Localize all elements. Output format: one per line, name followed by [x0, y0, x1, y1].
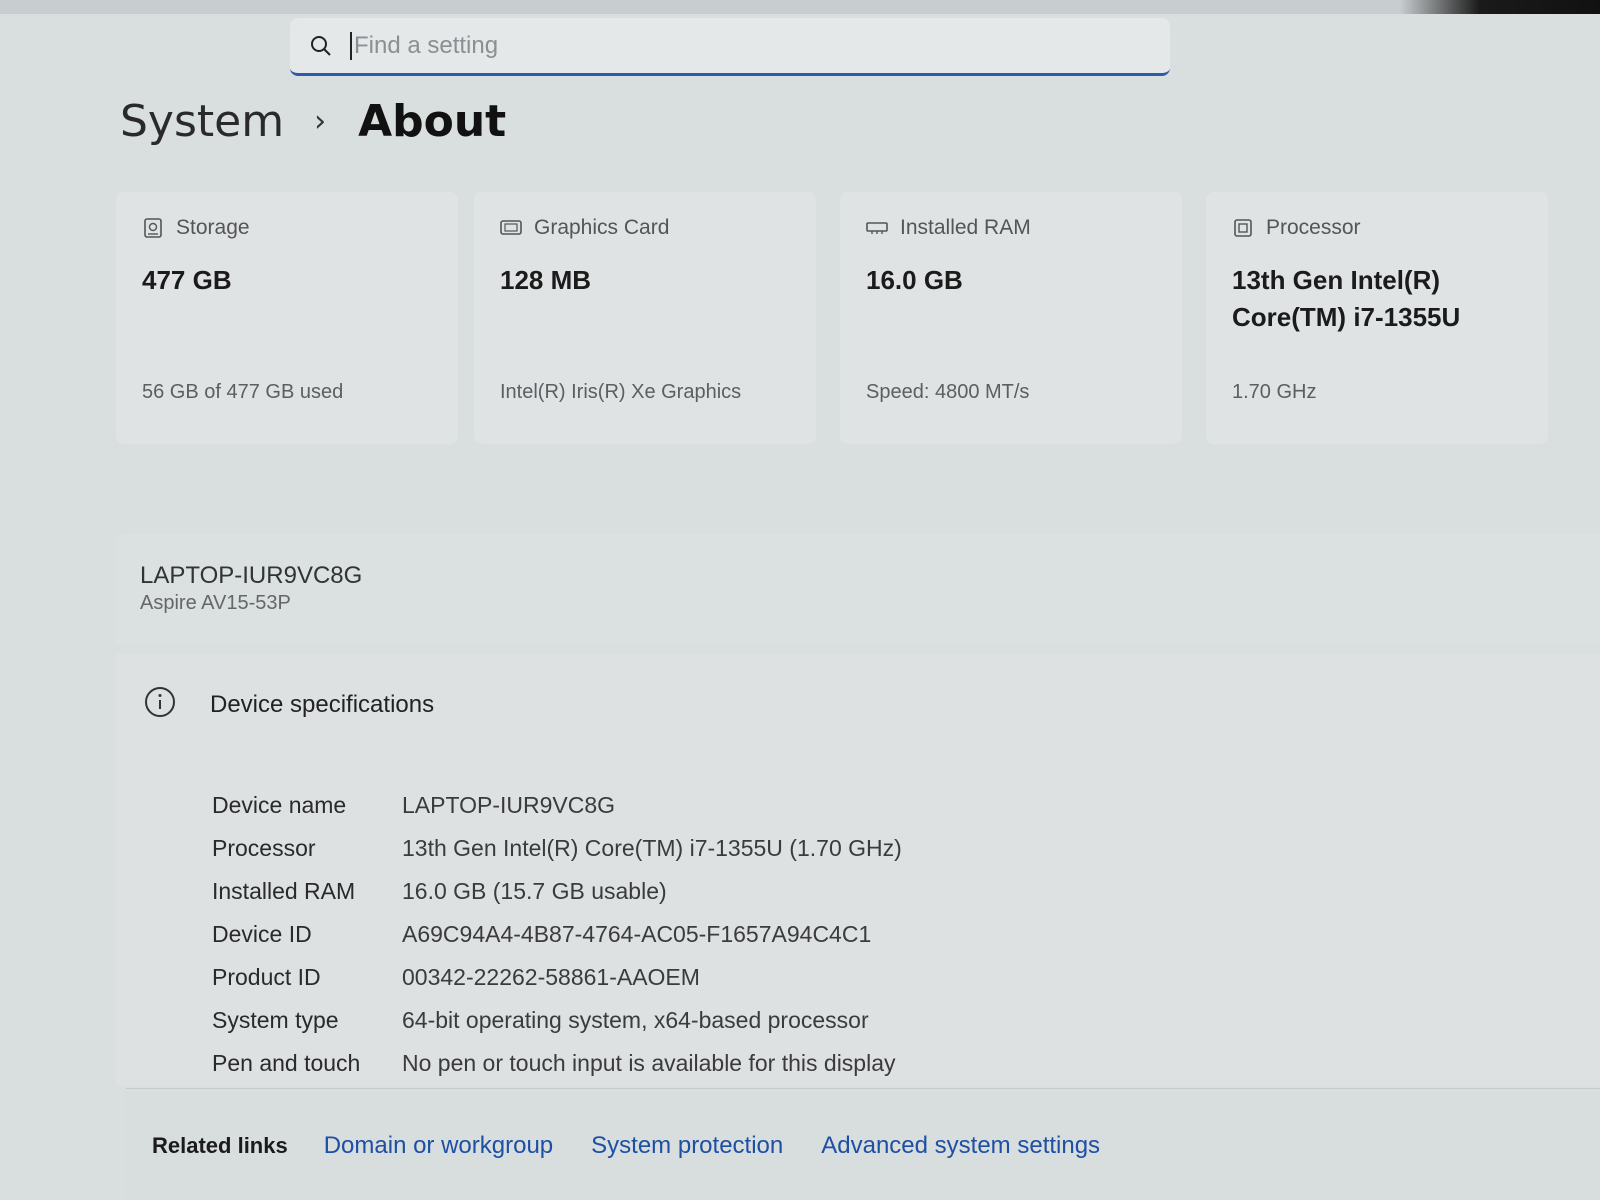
divider	[126, 1088, 1600, 1089]
info-icon	[144, 686, 176, 723]
processor-icon	[1232, 217, 1254, 239]
spec-key: Device ID	[212, 921, 312, 947]
ram-speed: Speed: 4800 MT/s	[866, 381, 1030, 403]
storage-label: Storage	[176, 216, 250, 239]
spec-row-product-id: Product ID 00342-22262-58861-AAOEM	[212, 956, 902, 999]
storage-usage: 56 GB of 477 GB used	[142, 381, 344, 403]
graphics-card-model: Intel(R) Iris(R) Xe Graphics	[500, 381, 742, 403]
breadcrumb: System › About	[120, 96, 506, 147]
domain-or-workgroup-link[interactable]: Domain or workgroup	[324, 1132, 553, 1160]
spec-value: 64-bit operating system, x64-based proce…	[402, 1007, 869, 1033]
spec-row-installed-ram: Installed RAM 16.0 GB (15.7 GB usable)	[212, 870, 902, 913]
breadcrumb-separator: ›	[314, 104, 327, 139]
spec-value: 00342-22262-58861-AAOEM	[402, 964, 700, 990]
search-icon	[306, 31, 336, 61]
installed-ram-card[interactable]: Installed RAM 16.0 GB Speed: 4800 MT/s	[840, 192, 1182, 444]
storage-card[interactable]: Storage 477 GB 56 GB of 477 GB used	[116, 192, 458, 444]
graphics-card-value: 128 MB	[500, 265, 592, 295]
related-links-label: Related links	[152, 1133, 288, 1158]
graphics-card-card[interactable]: Graphics Card 128 MB Intel(R) Iris(R) Xe…	[474, 192, 816, 444]
spec-key: Installed RAM	[212, 878, 356, 904]
device-name-panel[interactable]: LAPTOP-IUR9VC8G Aspire AV15-53P	[116, 534, 1600, 644]
spec-value: 16.0 GB (15.7 GB usable)	[402, 878, 667, 904]
spec-row-processor: Processor 13th Gen Intel(R) Core(TM) i7-…	[212, 827, 902, 870]
advanced-system-settings-link[interactable]: Advanced system settings	[821, 1132, 1100, 1160]
device-name: LAPTOP-IUR9VC8G	[140, 562, 363, 589]
installed-ram-label: Installed RAM	[900, 216, 1031, 239]
spec-key: Pen and touch	[212, 1050, 361, 1076]
spec-value: 13th Gen Intel(R) Core(TM) i7-1355U (1.7…	[402, 835, 902, 861]
summary-cards: Storage 477 GB 56 GB of 477 GB used Grap…	[116, 192, 1556, 444]
spec-key: System type	[212, 1007, 339, 1033]
processor-value-line-1: 13th Gen Intel(R)	[1232, 265, 1441, 295]
processor-label: Processor	[1266, 216, 1361, 239]
search-box[interactable]	[290, 18, 1170, 76]
search-input[interactable]	[350, 31, 1110, 60]
graphics-card-label: Graphics Card	[534, 216, 670, 239]
spec-value: A69C94A4-4B87-4764-AC05-F1657A94C4C1	[402, 921, 872, 947]
spec-key: Product ID	[212, 964, 321, 990]
system-protection-link[interactable]: System protection	[591, 1132, 783, 1160]
spec-row-device-id: Device ID A69C94A4-4B87-4764-AC05-F1657A…	[212, 913, 902, 956]
spec-value: No pen or touch input is available for t…	[402, 1050, 896, 1076]
graphics-card-icon	[500, 217, 522, 239]
device-model: Aspire AV15-53P	[140, 592, 291, 614]
device-specifications-header[interactable]: Device specifications	[144, 686, 434, 723]
spec-key: Device name	[212, 792, 347, 818]
storage-value: 477 GB	[142, 265, 232, 295]
storage-icon	[142, 217, 164, 239]
processor-value-line-2: Core(TM) i7-1355U	[1232, 302, 1461, 332]
spec-row-system-type: System type 64-bit operating system, x64…	[212, 999, 902, 1042]
processor-value: 13th Gen Intel(R) Core(TM) i7-1355U	[1232, 262, 1522, 336]
window-top-edge	[0, 0, 1600, 14]
processor-speed: 1.70 GHz	[1232, 381, 1317, 403]
device-specifications-title: Device specifications	[210, 690, 435, 718]
ram-icon	[866, 217, 888, 239]
processor-card[interactable]: Processor 13th Gen Intel(R) Core(TM) i7-…	[1206, 192, 1548, 444]
related-links-bar: Related links Domain or workgroup System…	[126, 1092, 1600, 1200]
spec-key: Processor	[212, 835, 316, 861]
spec-row-pen-and-touch: Pen and touch No pen or touch input is a…	[212, 1042, 902, 1085]
spec-table: Device name LAPTOP-IUR9VC8G Processor 13…	[212, 784, 902, 1085]
device-specifications-section: Device specifications Device name LAPTOP…	[116, 654, 1600, 1086]
spec-row-device-name: Device name LAPTOP-IUR9VC8G	[212, 784, 902, 827]
page-title: About	[358, 96, 507, 147]
installed-ram-value: 16.0 GB	[866, 265, 963, 295]
breadcrumb-system[interactable]: System	[120, 96, 284, 147]
spec-value: LAPTOP-IUR9VC8G	[402, 792, 616, 818]
